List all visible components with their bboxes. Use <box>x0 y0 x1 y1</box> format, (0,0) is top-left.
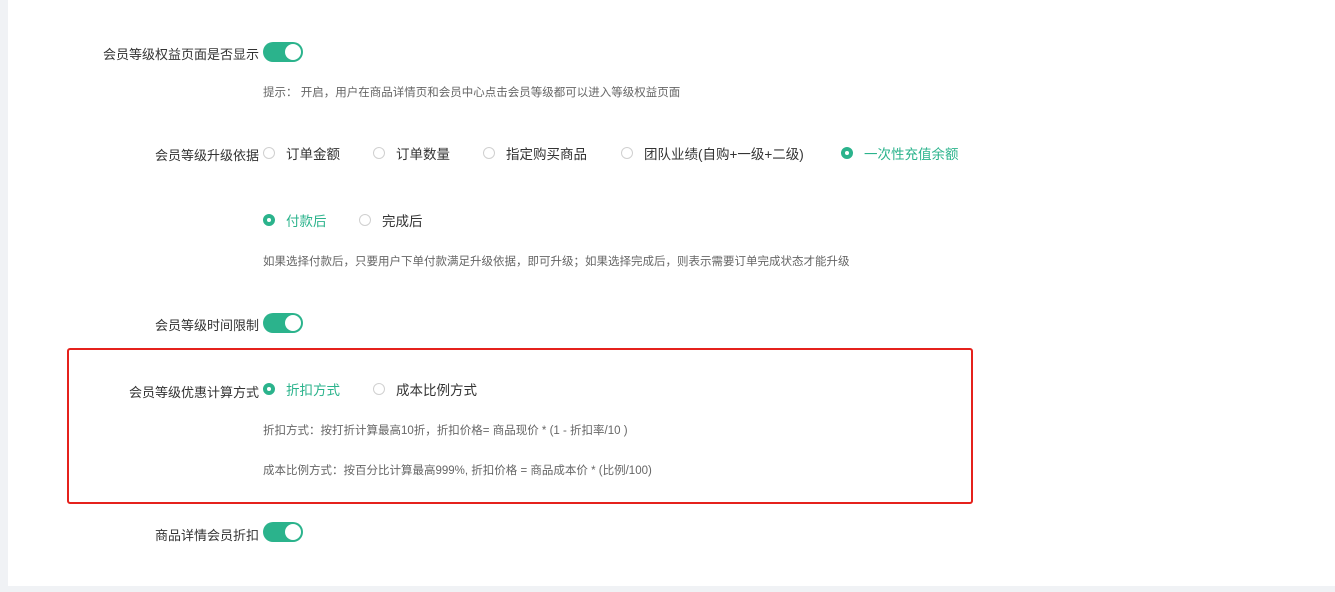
radio-order-amount[interactable]: 订单金额 <box>263 143 340 163</box>
radio-label: 订单数量 <box>396 147 450 162</box>
switch-knob <box>285 524 301 540</box>
radio-after-payment[interactable]: 付款后 <box>263 210 327 230</box>
show-benefit-page-switch[interactable] <box>263 42 303 62</box>
radio-indicator <box>373 147 385 159</box>
radio-label: 团队业绩(自购+一级+二级) <box>644 147 804 162</box>
upgrade-timing-hint: 如果选择付款后，只要用户下单付款满足升级依据，即可升级；如果选择完成后，则表示需… <box>263 256 850 268</box>
radio-indicator <box>263 214 275 226</box>
radio-label: 订单金额 <box>286 147 340 162</box>
radio-after-completion[interactable]: 完成后 <box>359 210 423 230</box>
time-limit-switch[interactable] <box>263 313 303 333</box>
product-member-discount-switch[interactable] <box>263 522 303 542</box>
highlight-box <box>67 348 973 504</box>
upgrade-basis-label: 会员等级升级依据 <box>154 148 259 163</box>
radio-indicator <box>621 147 633 159</box>
radio-order-count[interactable]: 订单数量 <box>373 143 450 163</box>
radio-indicator <box>483 147 495 159</box>
radio-indicator <box>359 214 371 226</box>
show-benefit-page-hint: 提示： 开启，用户在商品详情页和会员中心点击会员等级都可以进入等级权益页面 <box>263 87 681 99</box>
show-benefit-page-label: 会员等级权益页面是否显示 <box>102 47 259 62</box>
radio-label: 完成后 <box>382 214 423 229</box>
radio-specified-product[interactable]: 指定购买商品 <box>483 143 587 163</box>
radio-indicator <box>841 147 853 159</box>
radio-one-time-recharge[interactable]: 一次性充值余额 <box>841 143 959 163</box>
radio-label: 一次性充值余额 <box>864 147 959 162</box>
radio-label: 指定购买商品 <box>506 147 587 162</box>
product-member-discount-label: 商品详情会员折扣 <box>154 528 259 543</box>
radio-indicator <box>263 147 275 159</box>
switch-knob <box>285 44 301 60</box>
radio-label: 付款后 <box>286 214 327 229</box>
radio-team-performance[interactable]: 团队业绩(自购+一级+二级) <box>621 143 804 163</box>
time-limit-label: 会员等级时间限制 <box>154 318 259 333</box>
switch-knob <box>285 315 301 331</box>
